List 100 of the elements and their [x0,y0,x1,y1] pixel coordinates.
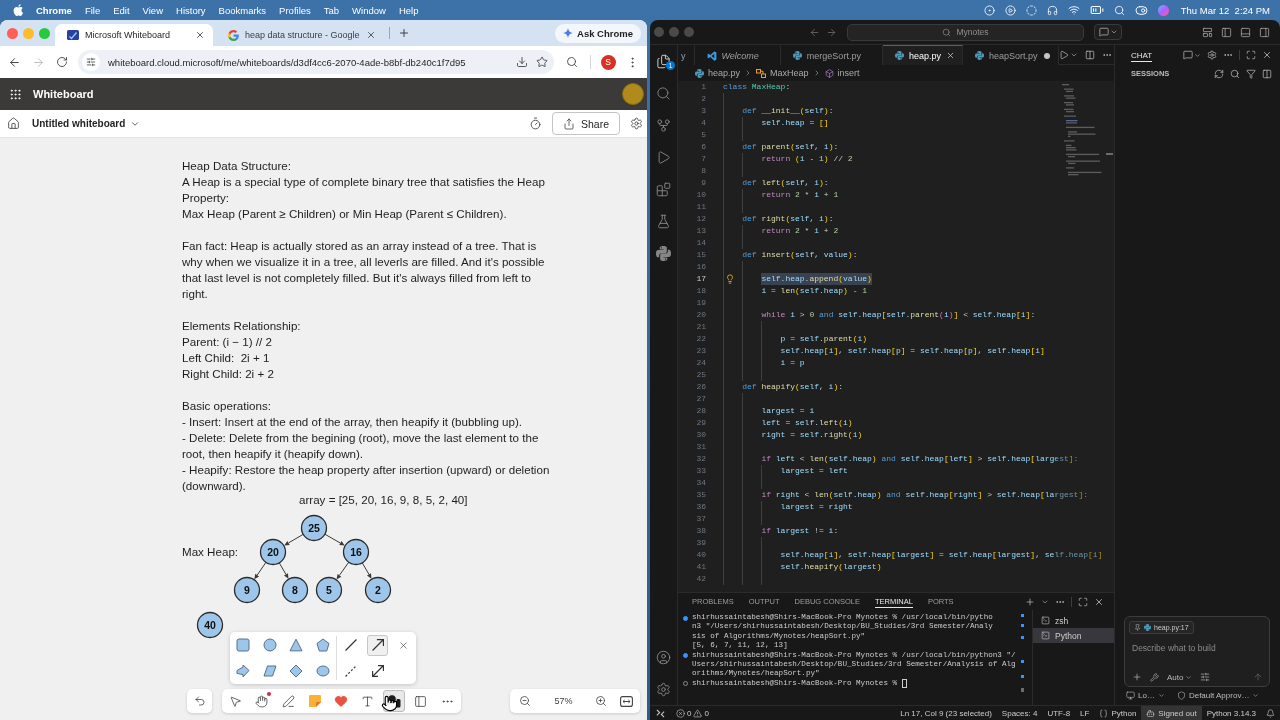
caret-icon[interactable] [1194,51,1201,59]
menu-bar-clock[interactable]: Thu Mar 12 2:24 PM [1180,4,1270,16]
fit-to-screen-icon[interactable] [620,695,633,707]
close-icon[interactable] [1262,50,1272,60]
status-item[interactable]: Signed out [1141,706,1202,720]
terminal-session[interactable]: Python [1033,628,1114,643]
diagonal-line-icon[interactable] [344,639,357,651]
menu-item[interactable]: Bookmarks [218,4,267,16]
share-button[interactable]: Share [551,112,620,135]
headphones-icon[interactable] [1046,4,1058,16]
profile-avatar[interactable]: S [600,54,616,70]
layout-icon[interactable] [1202,26,1213,38]
dashed-circle-icon[interactable] [1025,4,1037,16]
pointer-icon[interactable] [228,694,242,708]
close-tab-icon[interactable] [365,30,376,40]
menu-item[interactable]: Profiles [279,4,311,16]
split-icon[interactable] [1262,68,1272,79]
remote-icon[interactable] [655,708,665,718]
status-item[interactable]: Python 3.14.3 [1201,706,1261,720]
menu-item[interactable]: Tab [323,4,340,16]
editor-tab[interactable]: mergeSort.py [780,45,883,65]
problems-button[interactable]: 0 0 [676,708,709,718]
play-icon[interactable] [656,149,671,165]
heart-icon[interactable] [334,694,349,708]
zoom-in-icon[interactable] [594,695,607,707]
panel-right-icon[interactable] [1259,26,1270,38]
status-item[interactable]: Python [1094,706,1142,720]
sticky-note-icon[interactable] [307,694,322,708]
settings-icon[interactable] [630,117,643,130]
maximize-icon[interactable] [1078,596,1088,607]
home-icon[interactable] [6,117,20,130]
tab-search-icon[interactable] [566,56,578,68]
command-center-search[interactable]: Mynotes [847,23,1084,41]
diamond-shape-icon[interactable] [289,664,304,678]
block-arrow-shape-icon[interactable] [236,664,251,678]
chat-input[interactable]: Describe what to build [1129,641,1263,655]
split-editor-icon[interactable] [1085,49,1096,60]
branch-icon[interactable] [656,117,671,133]
address-bar[interactable]: whiteboard.cloud.microsoft/me/whiteboards/d3df4cc6-2070-4ade-b8bf-db240c1f7d95 [78,50,554,74]
filter-icon[interactable] [1246,68,1256,79]
files-icon[interactable] [656,53,671,69]
reload-icon[interactable] [56,56,68,68]
toggle-icon[interactable] [1134,3,1148,17]
site-settings-icon[interactable] [82,53,100,71]
layout-icon[interactable] [414,694,428,708]
status-item[interactable]: UTF-8 [1042,706,1076,720]
breadcrumb-item[interactable]: MaxHeap [756,68,809,78]
chat-tab[interactable]: CHAT [1131,48,1153,62]
menu-app-name[interactable]: Chrome [36,4,72,16]
flask-icon[interactable] [656,213,671,229]
window-close-button[interactable] [7,27,18,39]
menu-item[interactable]: Edit [113,4,130,16]
triangle-shape-icon[interactable] [289,638,304,652]
timer-icon[interactable] [528,117,542,130]
chat-menu-button[interactable] [1094,24,1122,40]
new-terminal-icon[interactable] [1025,596,1035,607]
search-icon[interactable] [656,85,671,101]
hand-icon[interactable] [255,694,269,708]
bell-icon[interactable] [1266,708,1275,718]
sliders-icon[interactable] [1200,672,1211,682]
python-icon[interactable] [656,245,671,261]
search-icon[interactable] [1113,4,1125,16]
editor-tab[interactable]: Welcome [694,45,781,65]
status-item[interactable]: Spaces: 4 [996,706,1043,720]
forward-icon[interactable] [826,26,837,38]
status-item[interactable]: Ln 17, Col 9 (23 selected) [895,706,997,720]
run-icon[interactable] [1059,49,1070,60]
play-circle-icon[interactable] [1004,4,1016,16]
add-icon[interactable] [1132,672,1142,682]
circle-shape-icon[interactable] [262,638,277,652]
account-icon[interactable] [656,649,671,665]
parallelogram-shape-icon[interactable] [262,664,277,678]
menu-item[interactable]: Help [398,4,419,16]
breadcrumb-item[interactable]: insert [824,68,860,78]
close-icon[interactable] [398,639,409,651]
close-tab-icon[interactable] [195,30,205,40]
search-icon[interactable] [1230,68,1240,79]
download-icon[interactable] [516,56,528,68]
pentagon-shape-icon[interactable] [315,638,330,652]
blocks-icon[interactable] [656,181,671,197]
menu-item[interactable]: History [176,4,206,16]
editor-tab[interactable]: y [678,45,695,65]
maximize-icon[interactable] [1246,50,1256,60]
avatar-icon[interactable] [622,83,644,105]
editor-tab[interactable]: heapSort.py [962,45,1060,65]
status-item[interactable]: LF [1075,706,1095,720]
text-icon[interactable] [361,694,375,708]
tools-icon[interactable] [1150,672,1159,682]
double-arrow-icon[interactable] [371,665,384,677]
settings-icon[interactable] [656,681,671,697]
terminal-session[interactable]: zsh [1033,613,1114,628]
bookmark-star-icon[interactable] [536,56,548,68]
app-grid-icon[interactable] [9,87,22,101]
dashed-line-icon[interactable] [344,665,357,677]
close-icon[interactable] [1094,596,1104,607]
chat-icon[interactable] [1183,50,1193,60]
battery-icon[interactable] [1089,3,1104,17]
ellipse-shape-icon[interactable] [315,664,330,678]
square-shape-icon[interactable] [236,638,251,652]
mode-picker[interactable]: Auto [1167,672,1193,682]
